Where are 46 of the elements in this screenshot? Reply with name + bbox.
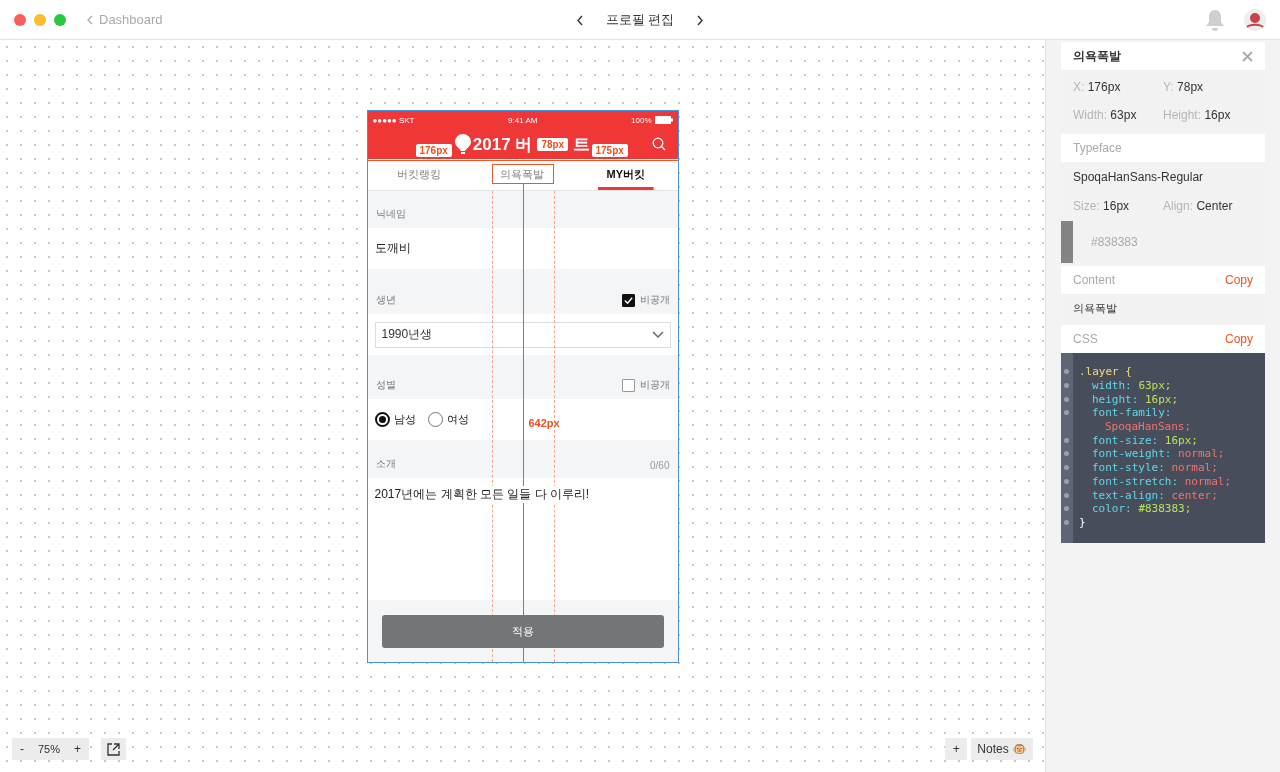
apply-button[interactable]: 적용 bbox=[381, 614, 664, 648]
layer-metric: Width: 63px bbox=[1073, 108, 1138, 122]
field-label: 소개 bbox=[375, 457, 396, 471]
section-heading: Content bbox=[1073, 273, 1116, 287]
css-code-block: .layer { width: 63px; height: 16px; font-family: SpoqaHanSans; font-size: 16px; font-weight: normal; font-style: normal; font-stretch: normal; text-align: center; color: #838383; } bbox=[1061, 353, 1265, 544]
typeface-name: SpoqaHanSans-Regular bbox=[1073, 170, 1205, 184]
layer-metric: Y: 78px bbox=[1163, 80, 1205, 94]
layer-metric: Height: 16px bbox=[1163, 108, 1232, 122]
carrier-text: ●●●●● SKT bbox=[372, 115, 415, 125]
measurement-label: 176px bbox=[415, 144, 452, 157]
nickname-value: 도깨비 bbox=[374, 240, 411, 257]
measurement-label: 78px bbox=[537, 137, 569, 151]
clock-text: 9:41 AM bbox=[508, 115, 538, 125]
section-heading: CSS bbox=[1073, 332, 1098, 346]
app-title: 2017 버 bbox=[472, 133, 533, 156]
tab[interactable]: 버킷랭킹 bbox=[367, 159, 471, 190]
radio-label: 남성 bbox=[393, 412, 416, 427]
field-label: 생년 bbox=[375, 293, 396, 307]
field-label: 닉네임 bbox=[375, 207, 406, 221]
checkbox-label: 비공개 bbox=[639, 378, 670, 392]
zoom-in-button[interactable]: + bbox=[66, 742, 90, 756]
zoom-out-button[interactable]: - bbox=[12, 742, 32, 756]
section-heading: Typeface bbox=[1073, 141, 1122, 155]
text-align: Align: Center bbox=[1163, 199, 1234, 213]
layer-name: 의욕폭발 bbox=[1073, 47, 1121, 65]
measurement-label: 642px bbox=[528, 417, 560, 429]
checkbox-label: 비공개 bbox=[639, 293, 670, 307]
layer-metric: X: 176px bbox=[1073, 80, 1122, 94]
tab[interactable]: 의욕폭발 bbox=[470, 159, 575, 190]
screen-title: 프로필 편집 bbox=[605, 11, 675, 29]
character-counter: 0/60 bbox=[650, 460, 670, 471]
notes-button[interactable]: Notes 🐵 bbox=[971, 738, 1033, 760]
copy-link[interactable]: Copy bbox=[1225, 332, 1253, 346]
intro-text-area[interactable]: 2017년에는 계획한 모든 일들 다 이루리! bbox=[367, 478, 678, 600]
app-title: 트 bbox=[573, 133, 591, 156]
battery-text: 100% bbox=[631, 115, 652, 125]
radio-label: 여성 bbox=[446, 412, 469, 427]
measurement-label: 175px bbox=[591, 144, 628, 157]
field-label: 성별 bbox=[375, 378, 396, 392]
layer-content: 의욕폭발 bbox=[1073, 301, 1118, 316]
birth-year-select[interactable]: 1990년생 bbox=[374, 321, 671, 348]
zoom-level: 75% bbox=[37, 743, 62, 755]
add-note-button[interactable]: + bbox=[945, 738, 968, 760]
copy-link[interactable]: Copy bbox=[1225, 273, 1253, 287]
color-hex: #838383 bbox=[1091, 235, 1138, 249]
font-size: Size: 16px bbox=[1073, 199, 1131, 213]
